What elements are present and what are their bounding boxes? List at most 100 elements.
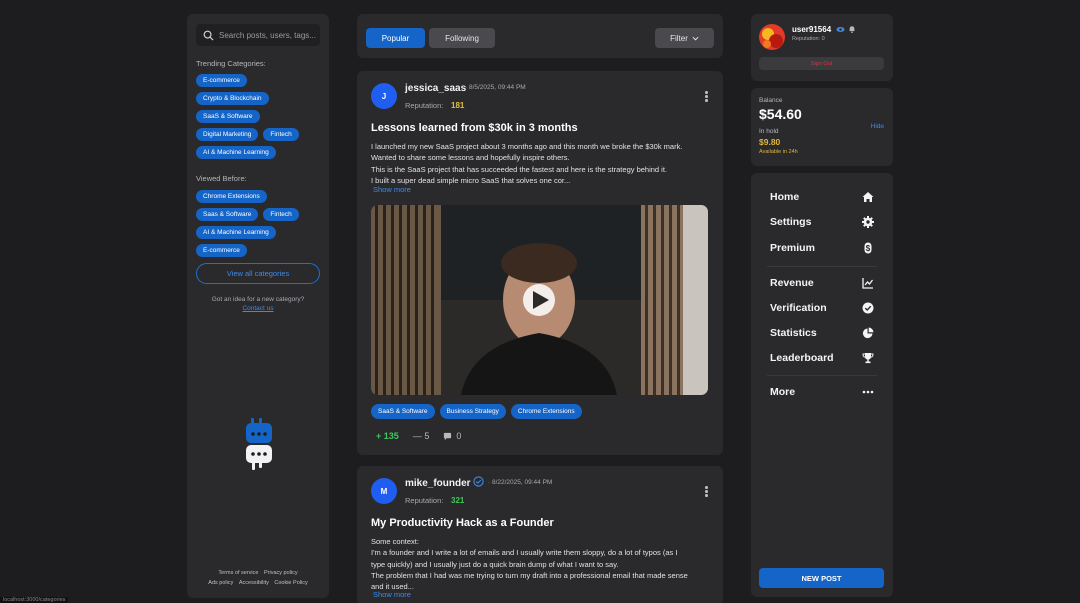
trending-chips: E-commerce Crypto & Blockchain SaaS & So… <box>196 74 316 159</box>
post-title[interactable]: My Productivity Hack as a Founder <box>371 517 554 529</box>
chip-trending[interactable]: E-commerce <box>196 74 247 87</box>
chip-trending[interactable]: AI & Machine Learning <box>196 146 276 159</box>
chip-trending[interactable]: SaaS & Software <box>196 110 260 123</box>
footer-links-row1: Terms of service Privacy policy <box>187 570 329 576</box>
chip-trending[interactable]: Fintech <box>263 128 299 141</box>
chip-trending[interactable]: Digital Marketing <box>196 128 259 141</box>
nav-item-premium[interactable]: Premium $ <box>770 237 874 259</box>
search-bar[interactable] <box>196 24 320 46</box>
home-icon <box>862 192 874 202</box>
chip-viewed[interactable]: Fintech <box>263 208 299 221</box>
username[interactable]: user91564 <box>792 25 831 34</box>
search-icon <box>203 30 214 41</box>
balance-card: Balance $54.60 In hold $9.80 Available i… <box>751 88 893 166</box>
tab-following[interactable]: Following <box>429 28 495 48</box>
post-tags: SaaS & Software Business Strategy Chrome… <box>371 404 582 419</box>
idea-text: Got an idea for a new category? <box>211 296 305 303</box>
post-body: I launched my new SaaS project about 3 m… <box>371 141 711 186</box>
nav-item-verification[interactable]: Verification <box>770 297 874 319</box>
tab-popular[interactable]: Popular <box>366 28 425 48</box>
nav-item-revenue[interactable]: Revenue <box>770 272 874 294</box>
upvote-button[interactable]: + 135 <box>376 431 399 441</box>
new-post-button[interactable]: NEW POST <box>759 568 884 588</box>
filter-button[interactable]: Filter <box>655 28 714 48</box>
left-sidebar: Trending Categories: E-commerce Crypto &… <box>187 14 329 598</box>
downvote-count: 5 <box>424 431 430 441</box>
upvote-count: 135 <box>383 431 399 441</box>
post-tag[interactable]: SaaS & Software <box>371 404 435 419</box>
nav-label: Verification <box>770 302 827 314</box>
footer-links-row2: Ads policy Accessibility Cookie Policy <box>187 580 329 586</box>
post-video[interactable] <box>371 205 708 395</box>
gear-icon <box>862 216 874 228</box>
post-body: Some context: I'm a founder and I write … <box>371 536 711 592</box>
comment-count: 0 <box>456 431 462 441</box>
available-note: Available in 24h <box>759 149 798 155</box>
post-author[interactable]: jessica_saas <box>405 83 466 94</box>
nav-divider <box>767 375 877 376</box>
chip-viewed[interactable]: Saas & Software <box>196 208 259 221</box>
ads-policy-link[interactable]: Ads policy <box>208 580 233 586</box>
feed-toolbar: Popular Following Filter <box>357 14 723 58</box>
viewed-title: Viewed Before: <box>196 174 247 183</box>
post-title[interactable]: Lessons learned from $30k in 3 months <box>371 122 578 134</box>
downvote-button[interactable]: — 5 <box>413 431 430 441</box>
nav-label: Home <box>770 191 800 203</box>
show-more-link[interactable]: Show more <box>373 590 411 599</box>
nav-item-more[interactable]: More <box>770 381 874 403</box>
chip-viewed[interactable]: E-commerce <box>196 244 247 257</box>
post-author[interactable]: mike_founder <box>405 478 471 489</box>
profile-card: user91564 Reputation: 0 Sign Out <box>751 14 893 81</box>
post-tag[interactable]: Chrome Extensions <box>510 404 582 419</box>
viewed-chips: Chrome Extensions Saas & Software Fintec… <box>196 190 316 257</box>
chip-trending[interactable]: Crypto & Blockchain <box>196 92 269 105</box>
view-all-categories-button[interactable]: View all categories <box>196 263 320 284</box>
avatar[interactable] <box>759 24 785 50</box>
privacy-link[interactable]: Privacy policy <box>264 570 298 576</box>
post-body-line: The problem that I had was me trying to … <box>371 570 688 580</box>
post-body-line: I launched my new SaaS project about 3 m… <box>371 142 683 151</box>
post-body-line: I built a super dead simple micro SaaS t… <box>371 175 571 185</box>
post-tag[interactable]: Business Strategy <box>439 404 506 419</box>
nav-item-leaderboard[interactable]: Leaderboard <box>770 347 874 369</box>
post-card[interactable]: M mike_founder · 8/22/2025, 09:44 PM Rep… <box>357 466 723 603</box>
eye-icon[interactable] <box>836 25 845 34</box>
chip-viewed[interactable]: AI & Machine Learning <box>196 226 276 239</box>
nav-label: Leaderboard <box>770 352 834 364</box>
accessibility-link[interactable]: Accessibility <box>239 580 269 586</box>
nav-label: Settings <box>770 216 812 228</box>
bell-icon[interactable] <box>848 25 856 34</box>
contact-link[interactable]: Contact us <box>187 305 329 312</box>
hide-balance-button[interactable]: Hide <box>871 123 884 130</box>
avatar[interactable]: M <box>371 478 397 504</box>
post-body-line: Some context: <box>371 537 419 546</box>
terms-link[interactable]: Terms of service <box>218 570 258 576</box>
trophy-icon <box>862 353 874 364</box>
nav-item-settings[interactable]: Settings <box>770 211 874 233</box>
nav-label: More <box>770 386 796 398</box>
avatar[interactable]: J <box>371 83 397 109</box>
post-menu-icon[interactable] <box>705 91 709 103</box>
cookie-policy-link[interactable]: Cookie Policy <box>274 580 307 586</box>
nav-item-statistics[interactable]: Statistics <box>770 322 874 344</box>
reputation-label: Reputation: <box>405 101 444 110</box>
filter-label: Filter <box>670 33 688 43</box>
balance-label: Balance <box>759 97 783 104</box>
svg-text:$: $ <box>866 244 871 253</box>
chip-viewed[interactable]: Chrome Extensions <box>196 190 267 203</box>
nav-label: Revenue <box>770 277 814 289</box>
nav-divider <box>767 266 877 267</box>
nav-item-home[interactable]: Home <box>770 186 874 208</box>
post-menu-icon[interactable] <box>705 486 709 498</box>
reputation-label: Reputation: <box>405 496 444 505</box>
sign-out-button[interactable]: Sign Out <box>759 57 884 70</box>
comment-icon <box>444 432 452 440</box>
post-actions: + 135 — 5 0 <box>376 431 461 441</box>
show-more-link[interactable]: Show more <box>373 185 411 194</box>
search-input[interactable] <box>219 30 319 40</box>
post-card[interactable]: J jessica_saas · 8/5/2025, 09:44 PM Repu… <box>357 71 723 455</box>
chevron-down-icon <box>692 36 699 41</box>
more-dots-icon <box>862 390 874 394</box>
post-body-line: and it used... <box>371 582 414 592</box>
comments-button[interactable]: 0 <box>443 431 461 441</box>
